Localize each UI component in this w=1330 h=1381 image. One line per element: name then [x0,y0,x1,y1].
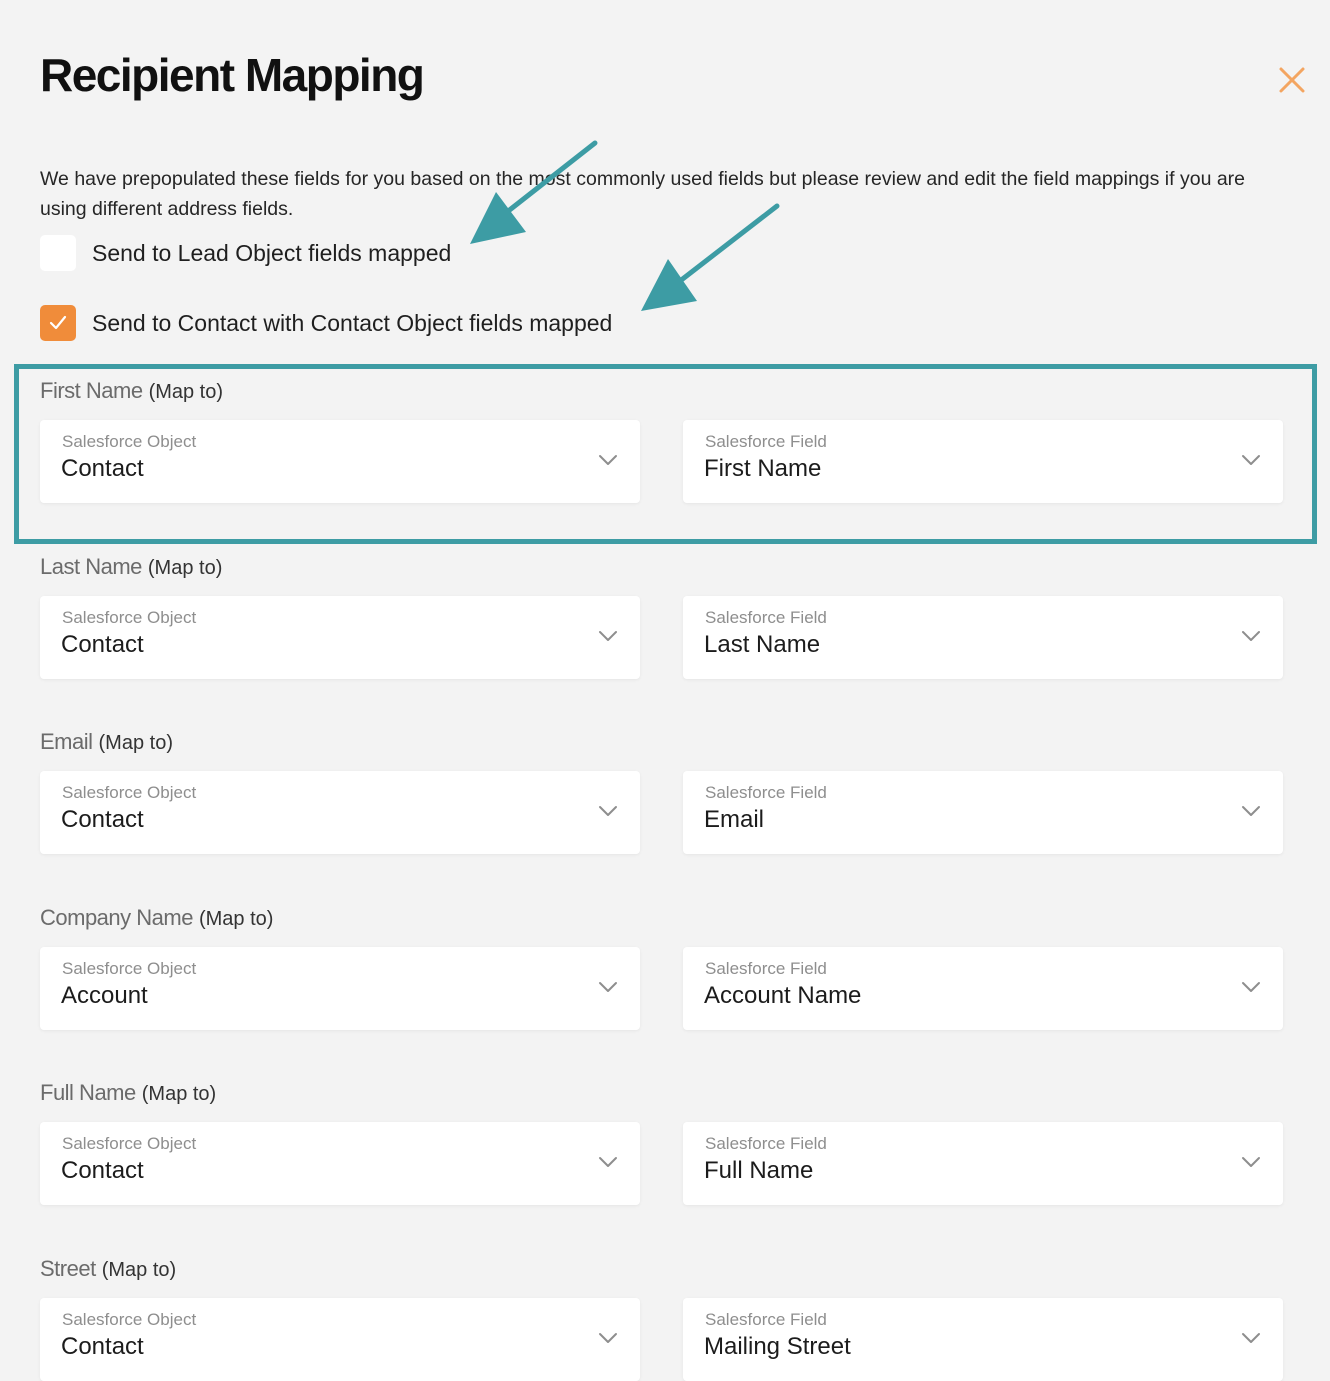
salesforce-object-select[interactable]: Salesforce Object Contact [40,596,640,679]
salesforce-field-value: First Name [704,455,822,482]
map-to-text: (Map to) [141,1083,217,1105]
salesforce-object-select[interactable]: Salesforce Object Contact [40,1122,640,1205]
salesforce-object-value: Contact [61,1157,144,1184]
salesforce-field-select[interactable]: Salesforce Field Email [683,771,1283,854]
mapping-last-name: Last Name (Map to) Salesforce Object Cont… [40,554,1284,679]
salesforce-object-value: Contact [61,806,144,833]
mapping-label: First Name (Map to) [40,378,1284,408]
salesforce-field-select[interactable]: Salesforce Field Full Name [683,1122,1283,1205]
salesforce-object-label: Salesforce Object [62,1134,197,1153]
salesforce-object-value: Contact [61,631,144,658]
salesforce-field-label: Salesforce Field [705,1134,827,1153]
mapping-field-name: First Name [40,378,143,403]
salesforce-field-label: Salesforce Field [705,432,827,451]
map-to-text: (Map to) [101,1259,177,1281]
salesforce-object-select[interactable]: Salesforce Object Contact [40,420,640,503]
mapping-company-name: Company Name (Map to) Salesforce Object A… [40,905,1284,1030]
mapping-label: Street (Map to) [40,1256,1284,1286]
mapping-label: Full Name (Map to) [40,1080,1284,1110]
chevron-down-icon[interactable] [598,1331,618,1345]
map-to-text: (Map to) [147,557,223,579]
chevron-down-icon[interactable] [1241,1331,1261,1345]
mapping-first-name: First Name (Map to) Salesforce Object Con… [40,378,1284,503]
salesforce-field-value: Account Name [704,982,862,1009]
salesforce-field-value: Full Name [704,1157,814,1184]
salesforce-field-select[interactable]: Salesforce Field Mailing Street [683,1298,1283,1381]
mapping-label: Email (Map to) [40,729,1284,759]
salesforce-field-value: Mailing Street [704,1333,851,1360]
salesforce-object-select[interactable]: Salesforce Object Contact [40,771,640,854]
salesforce-object-label: Salesforce Object [62,783,197,802]
close-icon[interactable] [1276,64,1308,96]
salesforce-field-select[interactable]: Salesforce Field First Name [683,420,1283,503]
salesforce-object-select[interactable]: Salesforce Object Contact [40,1298,640,1381]
chevron-down-icon[interactable] [1241,1155,1261,1169]
contact-option[interactable]: Send to Contact with Contact Object fiel… [40,305,612,341]
chevron-down-icon[interactable] [1241,980,1261,994]
mapping-full-name: Full Name (Map to) Salesforce Object Cont… [40,1080,1284,1205]
mapping-email: Email (Map to) Salesforce Object Contact … [40,729,1284,854]
mapping-field-name: Company Name [40,905,193,930]
chevron-down-icon[interactable] [598,453,618,467]
salesforce-field-select[interactable]: Salesforce Field Account Name [683,947,1283,1030]
salesforce-field-label: Salesforce Field [705,959,827,978]
salesforce-object-label: Salesforce Object [62,608,197,627]
salesforce-object-value: Contact [61,455,144,482]
page-title: Recipient Mapping [40,49,425,101]
contact-option-label: Send to Contact with Contact Object fiel… [92,309,613,336]
chevron-down-icon[interactable] [598,629,618,643]
mapping-street: Street (Map to) Salesforce Object Contact… [40,1256,1284,1381]
salesforce-object-value: Account [61,982,148,1009]
lead-option-label: Send to Lead Object fields mapped [92,239,452,266]
contact-checkbox[interactable] [40,305,76,341]
chevron-down-icon[interactable] [598,980,618,994]
salesforce-object-label: Salesforce Object [62,959,197,978]
salesforce-field-label: Salesforce Field [705,1310,827,1329]
intro-text: We have prepopulated these fields for yo… [40,168,1246,220]
close-button[interactable] [1276,64,1308,96]
lead-checkbox[interactable] [40,235,76,271]
salesforce-object-value: Contact [61,1333,144,1360]
salesforce-field-value: Email [704,806,765,833]
chevron-down-icon[interactable] [1241,629,1261,643]
map-to-text: (Map to) [98,732,173,754]
salesforce-object-select[interactable]: Salesforce Object Account [40,947,640,1030]
salesforce-field-select[interactable]: Salesforce Field Last Name [683,596,1283,679]
mapping-label: Company Name (Map to) [40,905,1284,935]
lead-option[interactable]: Send to Lead Object fields mapped [40,235,451,271]
chevron-down-icon[interactable] [598,1155,618,1169]
mapping-field-name: Full Name [40,1080,136,1105]
mapping-field-name: Street [40,1256,96,1281]
map-to-text: (Map to) [148,381,224,403]
mapping-label: Last Name (Map to) [40,554,1284,584]
mapping-field-name: Email [40,729,93,754]
map-to-text: (Map to) [198,908,274,930]
chevron-down-icon[interactable] [598,804,618,818]
mapping-field-name: Last Name [40,554,142,579]
chevron-down-icon[interactable] [1241,804,1261,818]
salesforce-object-label: Salesforce Object [62,432,197,451]
salesforce-object-label: Salesforce Object [62,1310,197,1329]
salesforce-field-label: Salesforce Field [705,783,827,802]
checkmark-icon [49,315,67,330]
salesforce-field-value: Last Name [704,631,821,658]
chevron-down-icon[interactable] [1241,453,1261,467]
salesforce-field-label: Salesforce Field [705,608,827,627]
